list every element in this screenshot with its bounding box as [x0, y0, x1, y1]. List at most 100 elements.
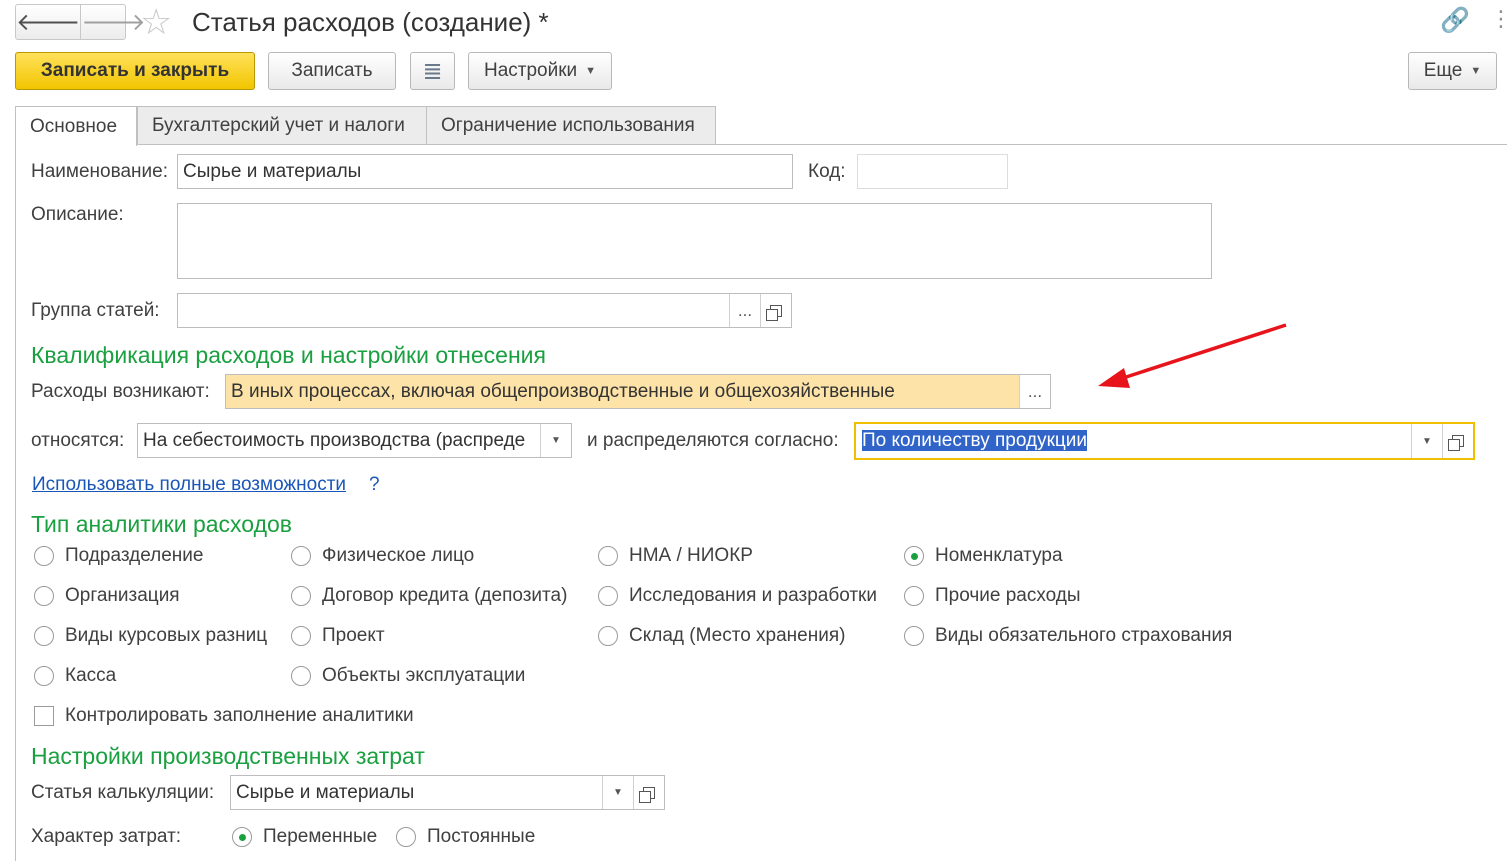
cost-nature-label: Характер затрат:	[31, 826, 182, 847]
radio-option[interactable]: Касса	[34, 664, 116, 688]
radio-button[interactable]	[904, 626, 924, 646]
radio-option[interactable]: Номенклатура	[904, 544, 1063, 568]
radio-option[interactable]: Виды обязательного страхования	[904, 624, 1232, 648]
distribute-select-text: По количеству продукции	[862, 430, 1411, 452]
qualification-heading: Квалификация расходов и настройки отнесе…	[31, 342, 546, 368]
analytics-heading: Тип аналитики расходов	[31, 511, 293, 537]
group-label: Группа статей:	[31, 300, 160, 321]
radio-button[interactable]	[291, 666, 311, 686]
radio-label: Виды курсовых разниц	[65, 625, 268, 646]
control-analytics-checkbox-row[interactable]: Контролировать заполнение аналитики	[34, 704, 414, 728]
distribute-select[interactable]: По количеству продукции ▼	[854, 422, 1475, 460]
radio-option[interactable]: Договор кредита (депозита)	[291, 584, 567, 608]
help-icon[interactable]: ?	[369, 474, 380, 496]
group-input[interactable]: ...	[177, 293, 792, 328]
radio-option[interactable]: Виды курсовых разниц	[34, 624, 267, 648]
radio-button[interactable]	[34, 666, 54, 686]
chevron-down-icon: ▼	[613, 787, 623, 798]
back-arrow-icon[interactable]: 🡐	[16, 5, 80, 39]
radio-button[interactable]	[904, 546, 924, 566]
radio-button[interactable]	[396, 827, 416, 847]
link-icon[interactable]: 🔗	[1440, 6, 1470, 35]
arise-select-button[interactable]: ...	[1019, 375, 1050, 408]
radio-label: Склад (Место хранения)	[629, 625, 846, 646]
tab-accounting[interactable]: Бухгалтерский учет и налоги	[137, 106, 427, 145]
forward-arrow-icon[interactable]: 🡒	[80, 5, 146, 39]
pane-border	[15, 144, 16, 861]
variable-costs-option[interactable]: Переменные	[232, 825, 377, 849]
radio-option[interactable]: Склад (Место хранения)	[598, 624, 845, 648]
radio-label: Номенклатура	[935, 545, 1063, 566]
calc-open-button[interactable]	[633, 776, 664, 809]
radio-option[interactable]: НМА / НИОКР	[598, 544, 753, 568]
calc-dropdown-button[interactable]: ▼	[602, 776, 633, 809]
radio-label: Прочие расходы	[935, 585, 1081, 606]
open-window-icon	[1448, 435, 1464, 451]
radio-button[interactable]	[291, 626, 311, 646]
radio-button[interactable]	[598, 586, 618, 606]
radio-option[interactable]: Прочие расходы	[904, 584, 1081, 608]
calc-label: Статья калькуляции:	[31, 782, 215, 803]
favorite-star-icon[interactable]: ☆	[140, 2, 172, 42]
save-button[interactable]: Записать	[268, 52, 396, 90]
distribute-dropdown-button[interactable]: ▼	[1411, 424, 1442, 458]
radio-label: Проект	[322, 625, 385, 646]
radio-button[interactable]	[232, 827, 252, 847]
radio-button[interactable]	[34, 586, 54, 606]
more-menu-icon[interactable]: ⋮	[1490, 6, 1507, 32]
relate-select[interactable]: На себестоимость производства (распреде …	[137, 423, 572, 458]
radio-label: Договор кредита (депозита)	[322, 585, 568, 606]
description-label: Описание:	[31, 204, 124, 225]
arise-label: Расходы возникают:	[31, 381, 210, 402]
radio-button[interactable]	[34, 626, 54, 646]
settings-button[interactable]: Настройки ▼	[468, 52, 612, 90]
chevron-down-icon: ▼	[1470, 65, 1482, 77]
radio-label: Исследования и разработки	[629, 585, 877, 606]
radio-option[interactable]: Физическое лицо	[291, 544, 474, 568]
calc-select[interactable]: Сырье и материалы ▼	[230, 775, 665, 810]
fixed-costs-option[interactable]: Постоянные	[396, 825, 535, 849]
radio-option[interactable]: Исследования и разработки	[598, 584, 877, 608]
name-label: Наименование:	[31, 161, 168, 182]
variable-costs-label: Переменные	[263, 826, 378, 847]
distribute-label: и распределяются согласно:	[587, 430, 839, 451]
radio-button[interactable]	[598, 626, 618, 646]
group-open-button[interactable]	[760, 294, 791, 327]
group-select-button[interactable]: ...	[729, 294, 760, 327]
radio-button[interactable]	[34, 546, 54, 566]
radio-button[interactable]	[291, 586, 311, 606]
more-button-label: Еще	[1423, 60, 1463, 81]
chevron-down-icon: ▼	[551, 435, 561, 446]
radio-option[interactable]: Объекты эксплуатации	[291, 664, 525, 688]
fixed-costs-label: Постоянные	[427, 826, 536, 847]
control-analytics-checkbox[interactable]	[34, 706, 54, 726]
radio-button[interactable]	[291, 546, 311, 566]
chevron-down-icon: ▼	[1422, 435, 1432, 447]
distribute-open-button[interactable]	[1442, 424, 1473, 458]
open-window-icon	[639, 786, 655, 803]
report-icon[interactable]: ≣	[410, 52, 455, 90]
tab-divider	[15, 144, 1507, 145]
radio-label: Физическое лицо	[322, 545, 475, 566]
chevron-down-icon: ▼	[585, 65, 597, 77]
code-label: Код:	[808, 161, 846, 182]
radio-label: Подразделение	[65, 545, 204, 566]
save-and-close-button[interactable]: Записать и закрыть	[15, 52, 255, 90]
name-input[interactable]: Сырье и материалы	[177, 154, 793, 189]
tab-main[interactable]: Основное	[15, 106, 137, 146]
radio-option[interactable]: Проект	[291, 624, 385, 648]
tab-restrictions[interactable]: Ограничение использования	[426, 106, 716, 145]
radio-option[interactable]: Подразделение	[34, 544, 203, 568]
distribute-select-value: По количеству продукции	[862, 430, 1088, 451]
code-input[interactable]	[857, 154, 1008, 189]
use-full-features-link[interactable]: Использовать полные возможности	[32, 474, 346, 496]
calc-select-value: Сырье и материалы	[236, 781, 415, 803]
radio-button[interactable]	[598, 546, 618, 566]
radio-option[interactable]: Организация	[34, 584, 180, 608]
radio-button[interactable]	[904, 586, 924, 606]
more-button[interactable]: Еще ▼	[1408, 52, 1497, 90]
relate-dropdown-button[interactable]: ▼	[540, 424, 571, 457]
description-textarea[interactable]	[177, 203, 1212, 279]
navigation-buttons: 🡐 🡒	[15, 4, 146, 40]
arise-input[interactable]: В иных процессах, включая общепроизводст…	[225, 374, 1051, 409]
